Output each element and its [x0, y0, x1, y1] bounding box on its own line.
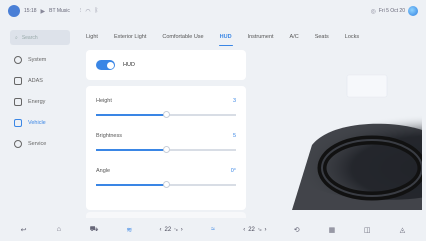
back-icon[interactable]: ↩: [19, 226, 29, 234]
windshield-icon[interactable]: ◬: [397, 226, 407, 234]
tab-comfortable-use[interactable]: Comfortable Use: [154, 34, 211, 40]
left-temp-value: 22: [164, 226, 172, 233]
height-slider[interactable]: [96, 111, 236, 118]
angle-slider-row: Angle 0°: [96, 164, 236, 199]
service-icon: [14, 139, 22, 148]
right-temp-unit: °c: [257, 227, 262, 232]
left-temp-control: ‹ 22 °c ›: [159, 227, 182, 233]
gear-icon: [14, 55, 22, 64]
bottom-dock: ↩ ⌂ ⛟ ≋ ‹ 22 °c › ≈ ‹ 22 °c › ⟲ ▦ ◫ ◬: [0, 218, 426, 241]
seat-heat-icon[interactable]: ◫: [362, 226, 372, 234]
sidebar-item-label: Vehicle: [28, 119, 46, 126]
car-mode-icon[interactable]: ⛟: [89, 225, 99, 234]
tab-ac[interactable]: A/C: [282, 34, 307, 40]
angle-value: 0°: [230, 168, 236, 174]
height-slider-thumb[interactable]: [162, 111, 170, 118]
hud-toggle-card: HUD: [86, 50, 246, 80]
search-placeholder: Search: [21, 34, 38, 41]
search-icon: ⌕: [15, 34, 18, 41]
wifi-icon: ◠: [85, 8, 91, 15]
sidebar-item-service[interactable]: Service: [10, 133, 70, 154]
grid-icon[interactable]: ▦: [327, 226, 337, 234]
tab-light[interactable]: Light: [86, 34, 106, 40]
sidebar-item-adas[interactable]: ADAS: [10, 70, 70, 91]
sidebar-item-energy[interactable]: Energy: [10, 91, 70, 112]
hud-preview-image: [252, 50, 422, 210]
battery-icon: [14, 97, 22, 106]
hud-toggle[interactable]: [96, 60, 115, 70]
tab-hud[interactable]: HUD: [212, 34, 240, 40]
tab-exterior-light[interactable]: Exterior Light: [106, 34, 154, 40]
fan-icon[interactable]: ≋: [124, 226, 134, 234]
sidebar: ⌕ Search System ADAS Energy Vehicle Serv…: [10, 30, 70, 154]
right-temp-increase-icon[interactable]: ›: [265, 227, 267, 233]
hud-toggle-label: HUD: [123, 62, 135, 68]
right-temp-control: ‹ 22 °c ›: [243, 227, 266, 233]
settings-tabs: Light Exterior Light Comfortable Use HUD…: [86, 28, 418, 46]
weather-icon[interactable]: [408, 6, 418, 16]
brightness-slider-thumb[interactable]: [162, 146, 170, 153]
right-temp-decrease-icon[interactable]: ‹: [243, 227, 245, 233]
left-temp-increase-icon[interactable]: ›: [181, 227, 183, 233]
date-display: Fri 5 Oct 20: [378, 8, 405, 14]
sidebar-item-label: ADAS: [28, 77, 43, 84]
avatar[interactable]: [8, 5, 20, 17]
left-temp-unit: °c: [174, 227, 178, 232]
angle-slider-fill: [96, 184, 166, 186]
brightness-slider-fill: [96, 149, 166, 151]
height-label: Height: [96, 98, 112, 104]
signal-icon: ⫶: [79, 7, 82, 14]
bluetooth-icon: ᛒ: [94, 8, 99, 14]
angle-slider[interactable]: [96, 181, 236, 188]
angle-label: Angle: [96, 168, 111, 174]
sidebar-item-label: Service: [28, 140, 47, 147]
sidebar-item-vehicle[interactable]: Vehicle: [10, 112, 70, 133]
brightness-slider[interactable]: [96, 146, 236, 153]
vehicle-icon: [14, 118, 22, 127]
sidebar-item-label: Energy: [28, 98, 46, 105]
sidebar-item-system[interactable]: System: [10, 49, 70, 70]
home-icon[interactable]: ⌂: [54, 226, 64, 233]
height-slider-fill: [96, 114, 166, 116]
hud-sliders-card: Height 3 Brightness 5 Angle 0°: [86, 86, 246, 210]
left-temp-decrease-icon[interactable]: ‹: [159, 227, 161, 233]
media-source: BT Music: [49, 8, 70, 14]
play-icon: ▶: [40, 8, 46, 15]
tab-seats[interactable]: Seats: [307, 34, 337, 40]
sidebar-item-label: System: [28, 56, 47, 63]
brightness-label: Brightness: [96, 133, 122, 139]
angle-slider-thumb[interactable]: [162, 181, 170, 188]
ac-airflow-icon[interactable]: ≈: [208, 226, 218, 233]
tab-locks[interactable]: Locks: [337, 34, 367, 40]
recirculation-icon[interactable]: ⟲: [292, 226, 302, 234]
hud-settings-panel: HUD Height 3 Brightness 5 Angle 0°: [86, 50, 246, 210]
status-bar: 15:18 ▶ BT Music ⫶ ◠ ᛒ ◎ Fri 5 Oct 20: [0, 0, 426, 22]
car-icon: [14, 76, 22, 85]
tab-instrument[interactable]: Instrument: [240, 34, 282, 40]
search-input[interactable]: ⌕ Search: [10, 30, 70, 45]
brightness-slider-row: Brightness 5: [96, 129, 236, 164]
height-slider-row: Height 3: [96, 94, 236, 129]
height-value: 3: [232, 98, 236, 104]
brightness-value: 5: [232, 133, 236, 139]
right-temp-value: 22: [248, 226, 255, 233]
notification-icon: ◎: [370, 8, 376, 15]
clock: 15:18: [24, 8, 37, 14]
